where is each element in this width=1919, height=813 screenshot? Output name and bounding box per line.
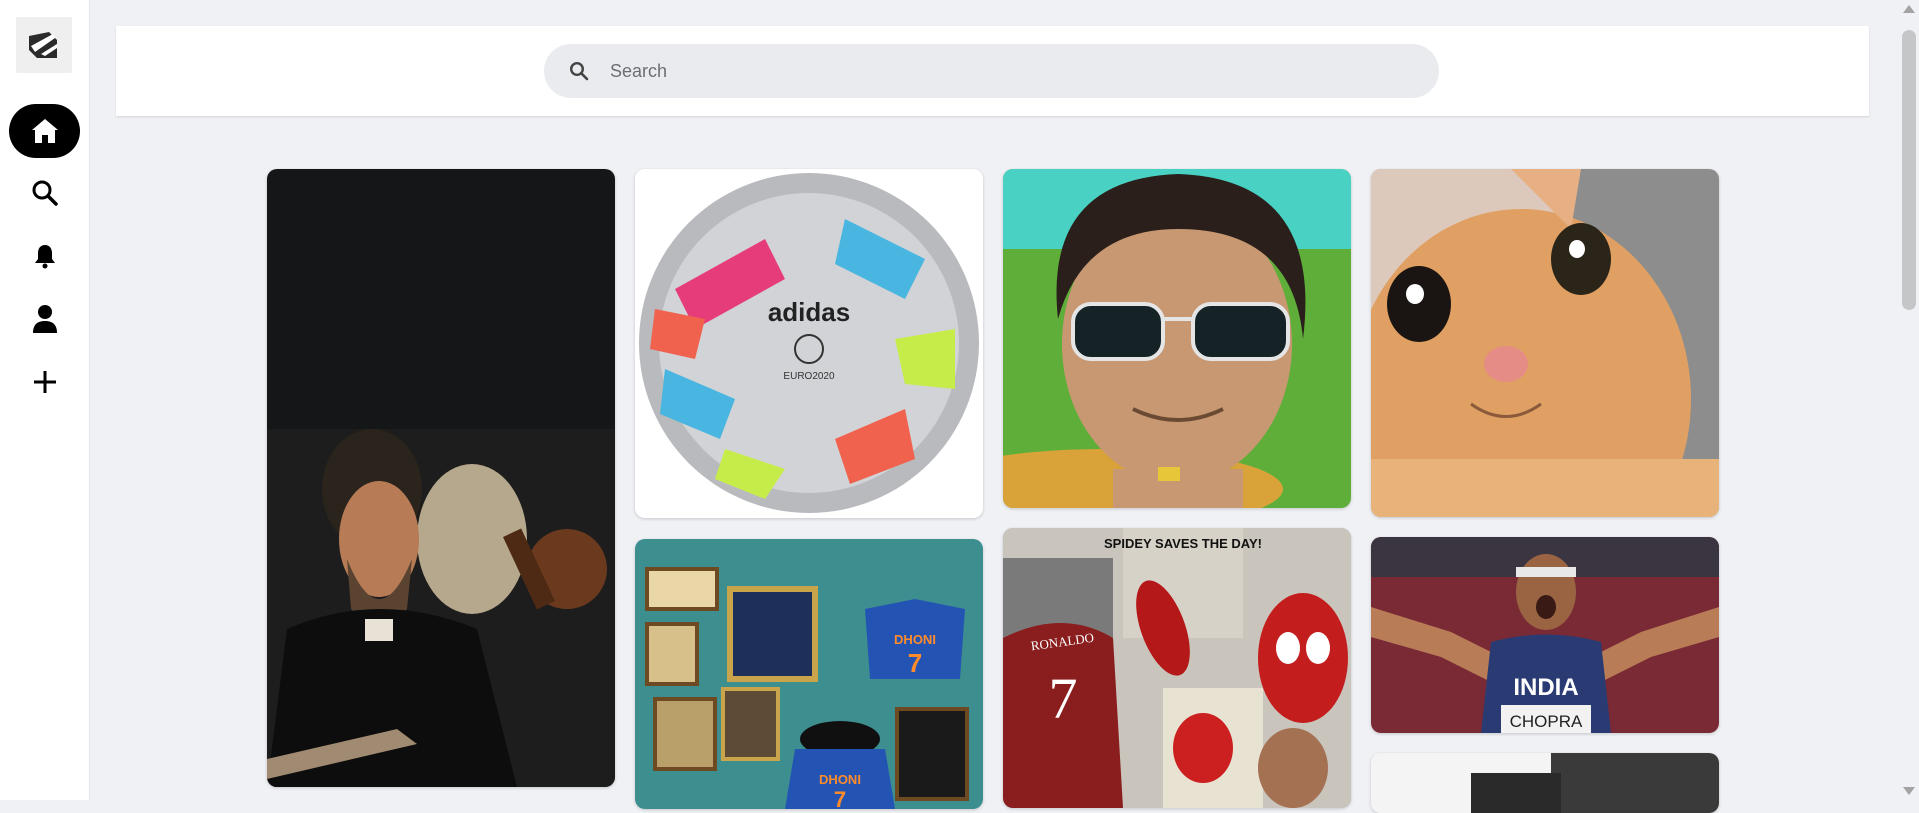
sidebar-item-profile[interactable] <box>9 292 80 346</box>
app-logo[interactable] <box>16 17 72 73</box>
sidebar-item-create[interactable] <box>9 355 80 409</box>
ball-brand-text: adidas <box>768 297 850 327</box>
pin-card[interactable]: INDIA CHOPRA <box>1371 537 1719 733</box>
sidebar <box>0 0 90 800</box>
scroll-thumb[interactable] <box>1902 30 1916 310</box>
pin-card[interactable]: DHONI 7 DHONI 7 <box>635 539 983 809</box>
country-text: INDIA <box>1513 674 1578 701</box>
sidebar-item-home[interactable] <box>9 104 80 158</box>
pin-card[interactable] <box>1003 169 1351 508</box>
pin-image: adidas EURO2020 <box>635 169 983 518</box>
search-icon <box>32 180 58 206</box>
pin-image <box>1003 169 1351 508</box>
jersey-name-text: DHONI <box>894 632 936 647</box>
search-field-icon-wrap <box>544 61 610 81</box>
scroll-down-arrow-icon[interactable] <box>1903 787 1915 795</box>
bell-icon <box>34 245 55 269</box>
home-icon <box>31 119 58 143</box>
sidebar-item-notifications[interactable] <box>9 229 80 283</box>
magnifier-icon <box>569 61 589 81</box>
pin-card[interactable] <box>1371 753 1719 813</box>
pin-card[interactable] <box>267 169 615 787</box>
pin-image <box>1371 753 1719 813</box>
pin-image: DHONI 7 DHONI 7 <box>635 539 983 809</box>
back-jersey-name-text: DHONI <box>819 772 861 787</box>
top-header <box>116 26 1869 116</box>
pin-card[interactable] <box>1371 169 1719 517</box>
page-scrollbar[interactable] <box>1899 0 1919 800</box>
search-bar[interactable] <box>544 44 1439 98</box>
ronaldo-number-text: 7 <box>1049 666 1078 731</box>
pin-image: INDIA CHOPRA <box>1371 537 1719 733</box>
pin-image <box>267 169 615 787</box>
plus-icon <box>33 371 56 393</box>
pin-card[interactable]: SPIDEY SAVES THE DAY! RONALDO 7 <box>1003 528 1351 808</box>
spidey-banner-text: SPIDEY SAVES THE DAY! <box>1104 536 1262 551</box>
search-input[interactable] <box>610 44 1439 98</box>
athlete-name-text: CHOPRA <box>1510 712 1583 731</box>
pinned-logo-icon <box>29 32 57 58</box>
sidebar-item-search[interactable] <box>9 166 80 220</box>
pin-image: SPIDEY SAVES THE DAY! RONALDO 7 <box>1003 528 1351 808</box>
pin-image <box>1371 169 1719 517</box>
scroll-up-arrow-icon[interactable] <box>1903 5 1915 13</box>
pin-card[interactable]: adidas EURO2020 <box>635 169 983 518</box>
user-icon <box>32 305 57 333</box>
back-jersey-number-text: 7 <box>834 787 846 809</box>
ball-event-text: EURO2020 <box>783 371 835 382</box>
jersey-number-text: 7 <box>908 648 922 678</box>
